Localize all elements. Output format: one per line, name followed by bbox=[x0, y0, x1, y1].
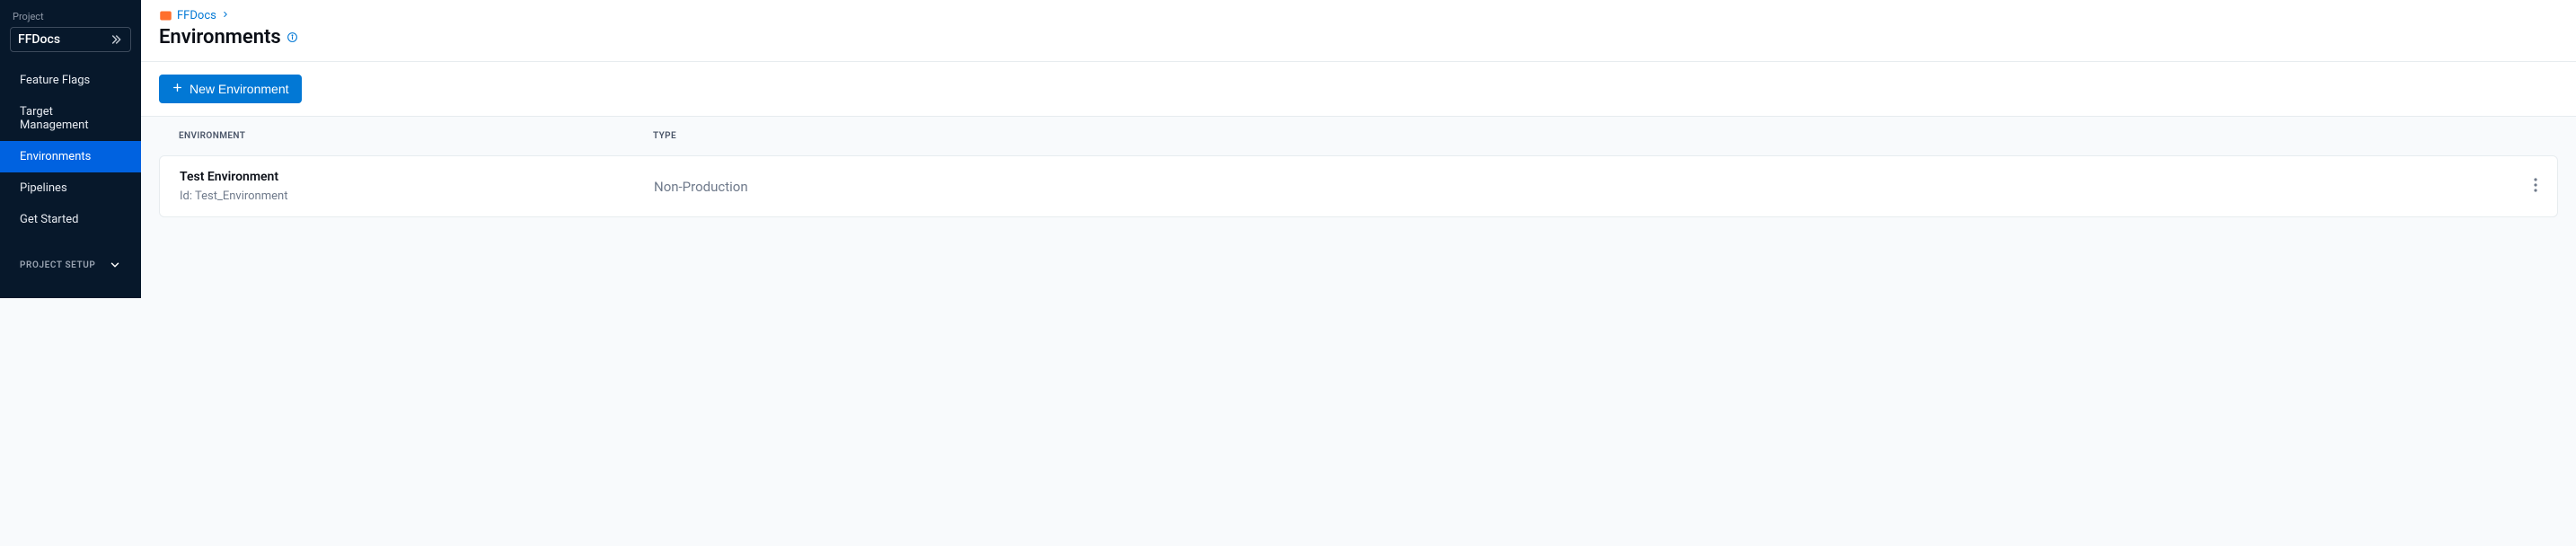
project-setup-toggle[interactable]: PROJECT SETUP bbox=[0, 251, 141, 278]
info-icon[interactable] bbox=[287, 31, 298, 43]
page-title: Environments bbox=[159, 26, 281, 48]
sidebar-item-get-started[interactable]: Get Started bbox=[0, 204, 141, 235]
chevron-down-icon bbox=[109, 259, 121, 271]
plus-icon bbox=[172, 82, 183, 96]
environment-type: Non-Production bbox=[654, 179, 748, 195]
sidebar-nav: Feature Flags Target Management Environm… bbox=[0, 65, 141, 235]
environment-id: Id: Test_Environment bbox=[180, 189, 654, 203]
main: FFDocs Environments bbox=[141, 0, 2576, 298]
project-select-name: FFDocs bbox=[18, 32, 60, 47]
project-setup-label: PROJECT SETUP bbox=[20, 260, 95, 270]
new-environment-label: New Environment bbox=[190, 82, 289, 96]
page-title-row: Environments bbox=[159, 26, 2558, 48]
header-type: TYPE bbox=[653, 131, 2502, 141]
row-actions-button[interactable] bbox=[2501, 178, 2537, 196]
chevron-double-right-icon bbox=[109, 32, 123, 47]
page-header: FFDocs Environments bbox=[141, 0, 2576, 62]
project-icon bbox=[159, 9, 172, 22]
environment-name: Test Environment bbox=[180, 170, 654, 184]
project-label: Project bbox=[0, 0, 141, 27]
breadcrumb: FFDocs bbox=[159, 9, 2558, 22]
chevron-right-icon bbox=[221, 9, 230, 22]
app-root: Project FFDocs Feature Flags Target Mana… bbox=[0, 0, 2576, 298]
more-vertical-icon bbox=[2534, 178, 2537, 196]
header-actions bbox=[2502, 131, 2538, 141]
table-header: ENVIRONMENT TYPE bbox=[159, 117, 2558, 155]
content: ENVIRONMENT TYPE Test Environment Id: Te… bbox=[141, 117, 2576, 235]
header-environment: ENVIRONMENT bbox=[179, 131, 653, 141]
new-environment-button[interactable]: New Environment bbox=[159, 75, 302, 103]
sidebar-item-environments[interactable]: Environments bbox=[0, 141, 141, 172]
toolbar: New Environment bbox=[141, 62, 2576, 117]
sidebar-item-pipelines[interactable]: Pipelines bbox=[0, 172, 141, 204]
project-select[interactable]: FFDocs bbox=[10, 27, 131, 52]
sidebar-item-target-management[interactable]: Target Management bbox=[0, 96, 141, 141]
sidebar-item-feature-flags[interactable]: Feature Flags bbox=[0, 65, 141, 96]
sidebar: Project FFDocs Feature Flags Target Mana… bbox=[0, 0, 141, 298]
breadcrumb-project-link[interactable]: FFDocs bbox=[177, 9, 216, 22]
table-row[interactable]: Test Environment Id: Test_Environment No… bbox=[159, 155, 2558, 217]
row-type-cell: Non-Production bbox=[654, 179, 2501, 195]
row-environment-cell: Test Environment Id: Test_Environment bbox=[180, 170, 654, 203]
